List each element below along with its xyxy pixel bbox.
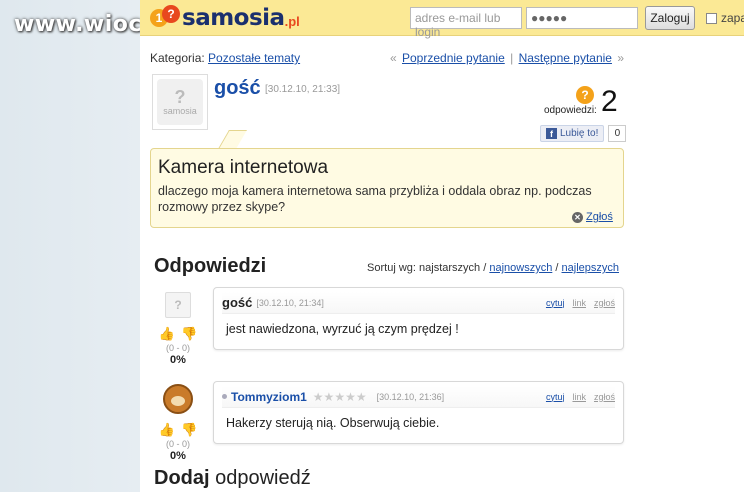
facebook-like: f Lubię to! 0 bbox=[540, 125, 627, 142]
permalink[interactable]: link bbox=[572, 298, 586, 308]
sort-oldest[interactable]: najstarszych bbox=[419, 262, 480, 274]
question-title: Kamera internetowa bbox=[158, 157, 329, 178]
prev-question-link[interactable]: Poprzednie pytanie bbox=[402, 51, 505, 65]
logo-tld: .pl bbox=[284, 14, 300, 29]
quote-link[interactable]: cytuj bbox=[546, 392, 565, 402]
vote-percent: 0% bbox=[170, 354, 186, 366]
avatar-placeholder-icon: ? samosia bbox=[157, 79, 203, 125]
next-question-link[interactable]: Następne pytanie bbox=[519, 51, 612, 65]
vote-percent: 0% bbox=[170, 450, 186, 462]
next-arrow: » bbox=[617, 51, 624, 65]
like-count: 0 bbox=[608, 125, 627, 142]
vote-buttons: 👍 👎 bbox=[159, 422, 197, 438]
answer-author[interactable]: Tommyziom1 bbox=[231, 390, 307, 404]
vote-buttons: 👍 👎 bbox=[159, 326, 197, 342]
logo[interactable]: 1 ? samosia .pl bbox=[150, 4, 300, 32]
report-question[interactable]: ✕ Zgłoś bbox=[572, 211, 613, 223]
sort-separator: / bbox=[555, 262, 559, 274]
status-dot-icon bbox=[222, 394, 227, 399]
rating-stars: ★★★★★ bbox=[312, 389, 367, 404]
like-button[interactable]: f Lubię to! bbox=[540, 125, 605, 142]
add-answer-heading: Dodaj odpowiedź bbox=[154, 467, 311, 490]
like-label: Lubię to! bbox=[560, 128, 599, 139]
login-button[interactable]: Zaloguj bbox=[645, 6, 695, 30]
answer-vote-panel: 👍 👎 (0 - 0) 0% bbox=[156, 384, 200, 462]
close-icon: ✕ bbox=[572, 211, 583, 223]
page: 1 ? samosia .pl adres e-mail lub login ●… bbox=[140, 0, 744, 492]
category-link[interactable]: Pozostałe tematy bbox=[208, 51, 300, 65]
permalink[interactable]: link bbox=[572, 392, 586, 402]
category-row: Kategoria: Pozostałe tematy bbox=[150, 51, 300, 65]
sort-options: Sortuj wg: najstarszych / najnowszych / … bbox=[367, 262, 619, 274]
answer-text: jest nawiedzona, wyrzuć ją czym prędzej … bbox=[226, 322, 459, 336]
answer-vote-panel: ? 👍 👎 (0 - 0) 0% bbox=[156, 292, 200, 366]
thumb-up-icon[interactable]: 👍 bbox=[159, 326, 175, 342]
answers-icon: ? bbox=[576, 86, 594, 104]
answers-count: 2 bbox=[601, 85, 618, 118]
sort-best[interactable]: najlepszych bbox=[562, 262, 619, 274]
answer-header: gość [30.12.10, 21:34] cytuj link zgłoś bbox=[222, 292, 615, 314]
answers-heading: Odpowiedzi bbox=[154, 255, 267, 277]
answer-date: [30.12.10, 21:36] bbox=[376, 391, 445, 402]
report-link[interactable]: zgłoś bbox=[594, 298, 615, 308]
logo-badge-question: ? bbox=[162, 5, 180, 23]
vote-count: (0 - 0) bbox=[165, 439, 190, 449]
remember-me[interactable]: zapamiętaj bbox=[706, 11, 744, 25]
question-date: [30.12.10, 21:33] bbox=[265, 84, 341, 95]
thumb-up-icon[interactable]: 👍 bbox=[159, 422, 175, 438]
prev-arrow: « bbox=[389, 51, 397, 65]
answer-text: Hakerzy sterują nią. Obserwują ciebie. bbox=[226, 416, 440, 430]
answer-author[interactable]: gość bbox=[222, 295, 252, 310]
question-body: dlaczego moja kamera internetowa sama pr… bbox=[158, 184, 592, 214]
add-answer-rest: odpowiedź bbox=[215, 467, 311, 489]
answer-actions: cytuj link zgłoś bbox=[546, 298, 615, 308]
password-field[interactable]: ●●●●● bbox=[526, 7, 638, 29]
logo-text: samosia bbox=[182, 5, 285, 31]
answer-header: Tommyziom1 ★★★★★ [30.12.10, 21:36] cytuj… bbox=[222, 386, 615, 408]
answer-card: gość [30.12.10, 21:34] cytuj link zgłoś … bbox=[213, 287, 624, 350]
sort-label: Sortuj wg: bbox=[367, 262, 416, 274]
report-question-link[interactable]: Zgłoś bbox=[586, 211, 613, 223]
answers-label: odpowiedzi: bbox=[544, 105, 597, 116]
answer-actions: cytuj link zgłoś bbox=[546, 392, 615, 402]
question-avatar[interactable]: ? samosia bbox=[152, 74, 208, 130]
remember-checkbox[interactable] bbox=[706, 12, 717, 24]
email-field[interactable]: adres e-mail lub login bbox=[410, 7, 522, 39]
left-gutter bbox=[0, 0, 140, 492]
question-author[interactable]: gość bbox=[214, 77, 261, 100]
hamster-avatar-icon[interactable] bbox=[163, 384, 193, 414]
answer-avatar[interactable]: ? bbox=[165, 292, 191, 318]
nav-separator: | bbox=[510, 51, 514, 65]
sort-separator: / bbox=[483, 262, 487, 274]
vote-count: (0 - 0) bbox=[165, 343, 190, 353]
add-answer-bold: Dodaj bbox=[154, 467, 210, 489]
avatar-question-mark: ? bbox=[174, 87, 186, 107]
question-nav: « Poprzednie pytanie | Następne pytanie … bbox=[390, 51, 624, 65]
thumb-down-icon[interactable]: 👎 bbox=[181, 422, 197, 438]
logo-icon: 1 ? bbox=[150, 5, 180, 31]
facebook-icon: f bbox=[546, 128, 557, 139]
remember-label: zapamiętaj bbox=[721, 11, 744, 25]
category-label: Kategoria: bbox=[150, 51, 205, 65]
answer-date: [30.12.10, 21:34] bbox=[256, 297, 324, 308]
avatar-caption: samosia bbox=[163, 106, 197, 116]
answer-card: Tommyziom1 ★★★★★ [30.12.10, 21:36] cytuj… bbox=[213, 381, 624, 444]
top-bar: 1 ? samosia .pl adres e-mail lub login ●… bbox=[140, 0, 744, 39]
thumb-down-icon[interactable]: 👎 bbox=[181, 326, 197, 342]
sort-newest[interactable]: najnowszych bbox=[489, 262, 552, 274]
question-bubble-notch bbox=[218, 130, 247, 149]
quote-link[interactable]: cytuj bbox=[546, 298, 565, 308]
report-link[interactable]: zgłoś bbox=[594, 392, 615, 402]
